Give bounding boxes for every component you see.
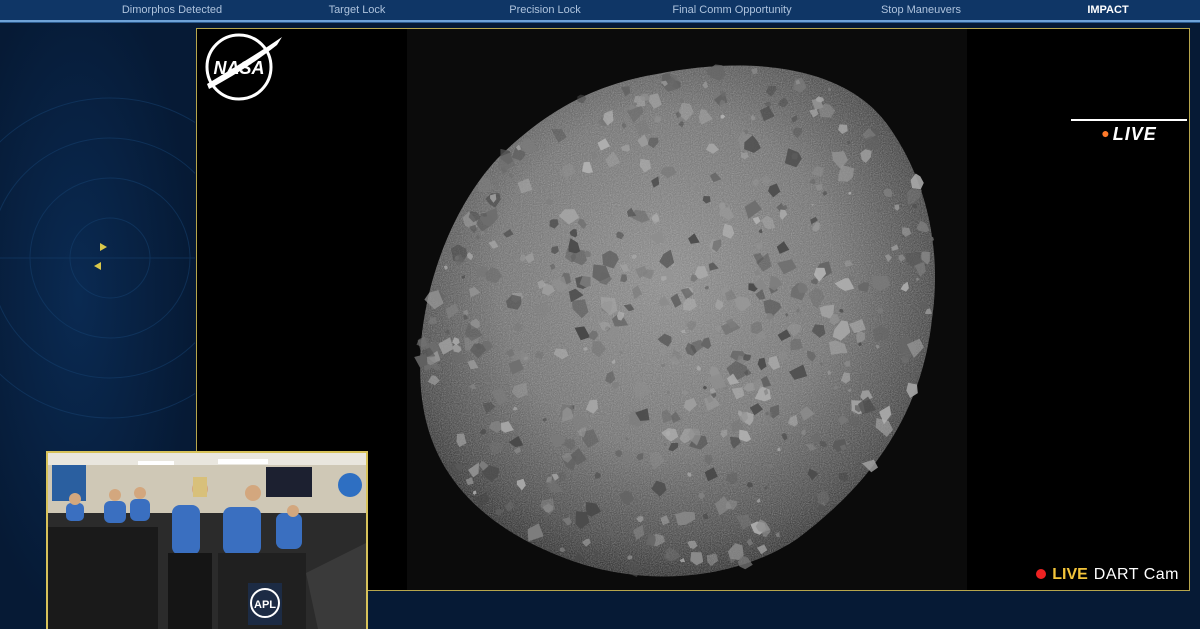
apl-sign-text: APL — [254, 599, 276, 611]
nasa-logo: NASA — [205, 33, 282, 101]
live-badge: ● LIVE — [1071, 119, 1187, 145]
milestone-final-comm: Final Comm Opportunity — [672, 4, 792, 16]
record-dot-icon — [1036, 569, 1047, 579]
dart-cam-live: LIVE — [1052, 566, 1088, 583]
milestone-target-lock: Target Lock — [328, 4, 386, 16]
milestone-stop-maneuvers: Stop Maneuvers — [880, 4, 962, 16]
mission-control-pip: APL — [46, 451, 368, 629]
hud-right-arrow-icon — [100, 243, 107, 251]
nasa-logo-text: NASA — [213, 58, 264, 78]
milestone-progress-fill — [0, 20, 1200, 22]
live-dot-icon: ● — [1101, 125, 1111, 141]
milestone-precision-lock: Precision Lock — [509, 4, 581, 16]
milestone-progress-track — [0, 20, 1200, 22]
mission-control-scene: APL — [48, 453, 366, 629]
milestone-impact: IMPACT — [1087, 4, 1129, 16]
hud-left-arrow-icon — [94, 262, 101, 270]
milestone-dimorphos-detected: Dimorphos Detected — [121, 4, 223, 16]
milestone-bar: Dimorphos Detected Target Lock Precision… — [0, 0, 1200, 23]
live-badge-label: LIVE — [1112, 124, 1157, 144]
dart-cam-name: DART Cam — [1093, 566, 1179, 583]
dart-cam-label: LIVE DART Cam — [1036, 566, 1179, 584]
